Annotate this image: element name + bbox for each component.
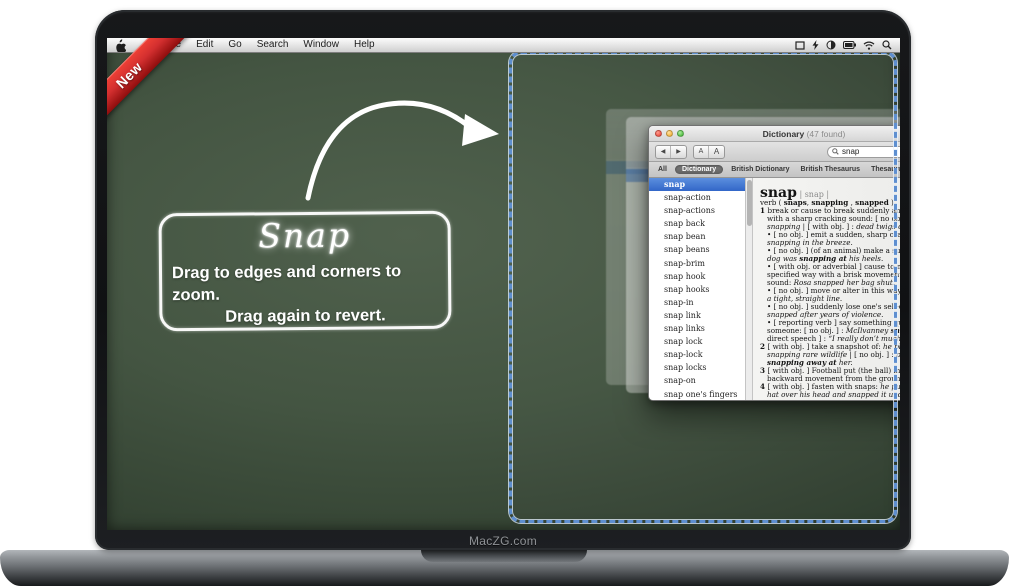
battery-icon[interactable] xyxy=(843,41,856,49)
dictionary-source-tabs: All Dictionary British Dictionary British T… xyxy=(649,162,900,178)
tab-dictionary[interactable]: Dictionary xyxy=(675,165,723,174)
chalk-instruction-box: Snap Drag to edges and corners to zoom. … xyxy=(158,211,451,332)
menu-bar: FileEditGoSearchWindowHelp xyxy=(107,38,900,53)
history-nav-group: ◀ ▶ xyxy=(655,145,687,159)
menu-item-window[interactable]: Window xyxy=(303,38,339,52)
sidebar-result-item[interactable]: snap hook xyxy=(649,270,745,283)
wifi-icon[interactable] xyxy=(863,41,875,50)
sidebar-result-item[interactable]: snap links xyxy=(649,322,745,335)
tab-thesaurus[interactable]: Thesaurus xyxy=(868,165,900,174)
battery-bolt-icon[interactable] xyxy=(812,40,819,50)
dictionary-content: snapsnap-actionsnap-actionssnap backsnap… xyxy=(649,178,900,400)
results-sidebar[interactable]: snapsnap-actionsnap-actionssnap backsnap… xyxy=(649,178,746,400)
window-title: Dictionary (47 found) xyxy=(649,129,900,139)
menu-item-edit[interactable]: Edit xyxy=(196,38,213,52)
sidebar-result-item[interactable]: snap-on xyxy=(649,374,745,387)
menu-item-help[interactable]: Help xyxy=(354,38,375,52)
forward-button[interactable]: ▶ xyxy=(671,146,686,158)
headword-line: snap | snap | xyxy=(760,182,900,199)
tab-british-dictionary[interactable]: British Dictionary xyxy=(728,165,792,174)
definition-pane[interactable]: snap | snap | verb ( snaps, snapping , s… xyxy=(753,178,900,400)
sidebar-result-item[interactable]: snap xyxy=(649,178,745,191)
new-ribbon-badge: New xyxy=(107,38,195,141)
sidebar-result-item[interactable]: snap-in xyxy=(649,296,745,309)
search-icon xyxy=(832,148,839,155)
sidebar-scrollbar[interactable] xyxy=(746,178,753,400)
menu-item-search[interactable]: Search xyxy=(257,38,289,52)
back-button[interactable]: ◀ xyxy=(656,146,671,158)
definition-body: verb ( snaps, snapping , snapped )1 brea… xyxy=(760,199,900,399)
sidebar-result-item[interactable]: snap-action xyxy=(649,191,745,204)
sidebar-result-item[interactable]: snap-brim xyxy=(649,257,745,270)
sidebar-result-item[interactable]: snap back xyxy=(649,217,745,230)
font-smaller-button[interactable]: A xyxy=(694,146,709,158)
window-icon[interactable] xyxy=(795,41,805,50)
sidebar-result-item[interactable]: snap-actions xyxy=(649,204,745,217)
definition-line: hat over his head and snapped it under h… xyxy=(760,391,900,399)
sidebar-result-item[interactable]: snap bean xyxy=(649,230,745,243)
menu-items: FileEditGoSearchWindowHelp xyxy=(165,38,375,52)
brand-label: MacZG.com xyxy=(95,534,911,548)
menu-item-go[interactable]: Go xyxy=(228,38,241,52)
sidebar-result-item[interactable]: snap link xyxy=(649,309,745,322)
laptop-lid-notch xyxy=(421,550,587,562)
search-value: snap xyxy=(842,147,859,157)
sidebar-result-item[interactable]: snap one's fingers xyxy=(649,388,745,401)
tab-all[interactable]: All xyxy=(655,165,670,174)
new-ribbon-label: New xyxy=(113,59,146,92)
curved-arrow-icon xyxy=(297,88,512,213)
dictionary-title-bar[interactable]: Dictionary (47 found) xyxy=(649,126,900,142)
scrollbar-thumb[interactable] xyxy=(747,180,752,226)
sidebar-result-item[interactable]: snap hooks xyxy=(649,283,745,296)
font-size-group: A A xyxy=(693,145,725,159)
sidebar-result-item[interactable]: snap-lock xyxy=(649,348,745,361)
results-count: (47 found) xyxy=(807,129,846,139)
display-contrast-icon[interactable] xyxy=(826,40,836,50)
instruction-line-1: Drag to edges and corners to zoom. xyxy=(172,259,438,305)
apple-menu-icon[interactable] xyxy=(115,39,127,51)
sidebar-result-item[interactable]: snap beans xyxy=(649,243,745,256)
instruction-line-2: Drag again to revert. xyxy=(225,304,386,327)
spotlight-search-icon[interactable] xyxy=(882,40,892,50)
laptop-screen-bezel: FileEditGoSearchWindowHelp New Snap Drag… xyxy=(95,10,911,550)
dictionary-search-field[interactable]: snap xyxy=(827,146,900,158)
page: FileEditGoSearchWindowHelp New Snap Drag… xyxy=(0,0,1009,586)
tab-british-thesaurus[interactable]: British Thesaurus xyxy=(798,165,864,174)
sidebar-result-item[interactable]: snap locks xyxy=(649,361,745,374)
screen-display: FileEditGoSearchWindowHelp New Snap Drag… xyxy=(107,38,900,530)
dictionary-toolbar: ◀ ▶ A A snap xyxy=(649,142,900,162)
dictionary-window[interactable]: Dictionary (47 found) ◀ ▶ A A xyxy=(648,125,900,401)
app-title: Snap xyxy=(258,215,351,255)
font-bigger-button[interactable]: A xyxy=(709,146,724,158)
menu-status-icons xyxy=(795,40,892,50)
sidebar-result-item[interactable]: snap lock xyxy=(649,335,745,348)
